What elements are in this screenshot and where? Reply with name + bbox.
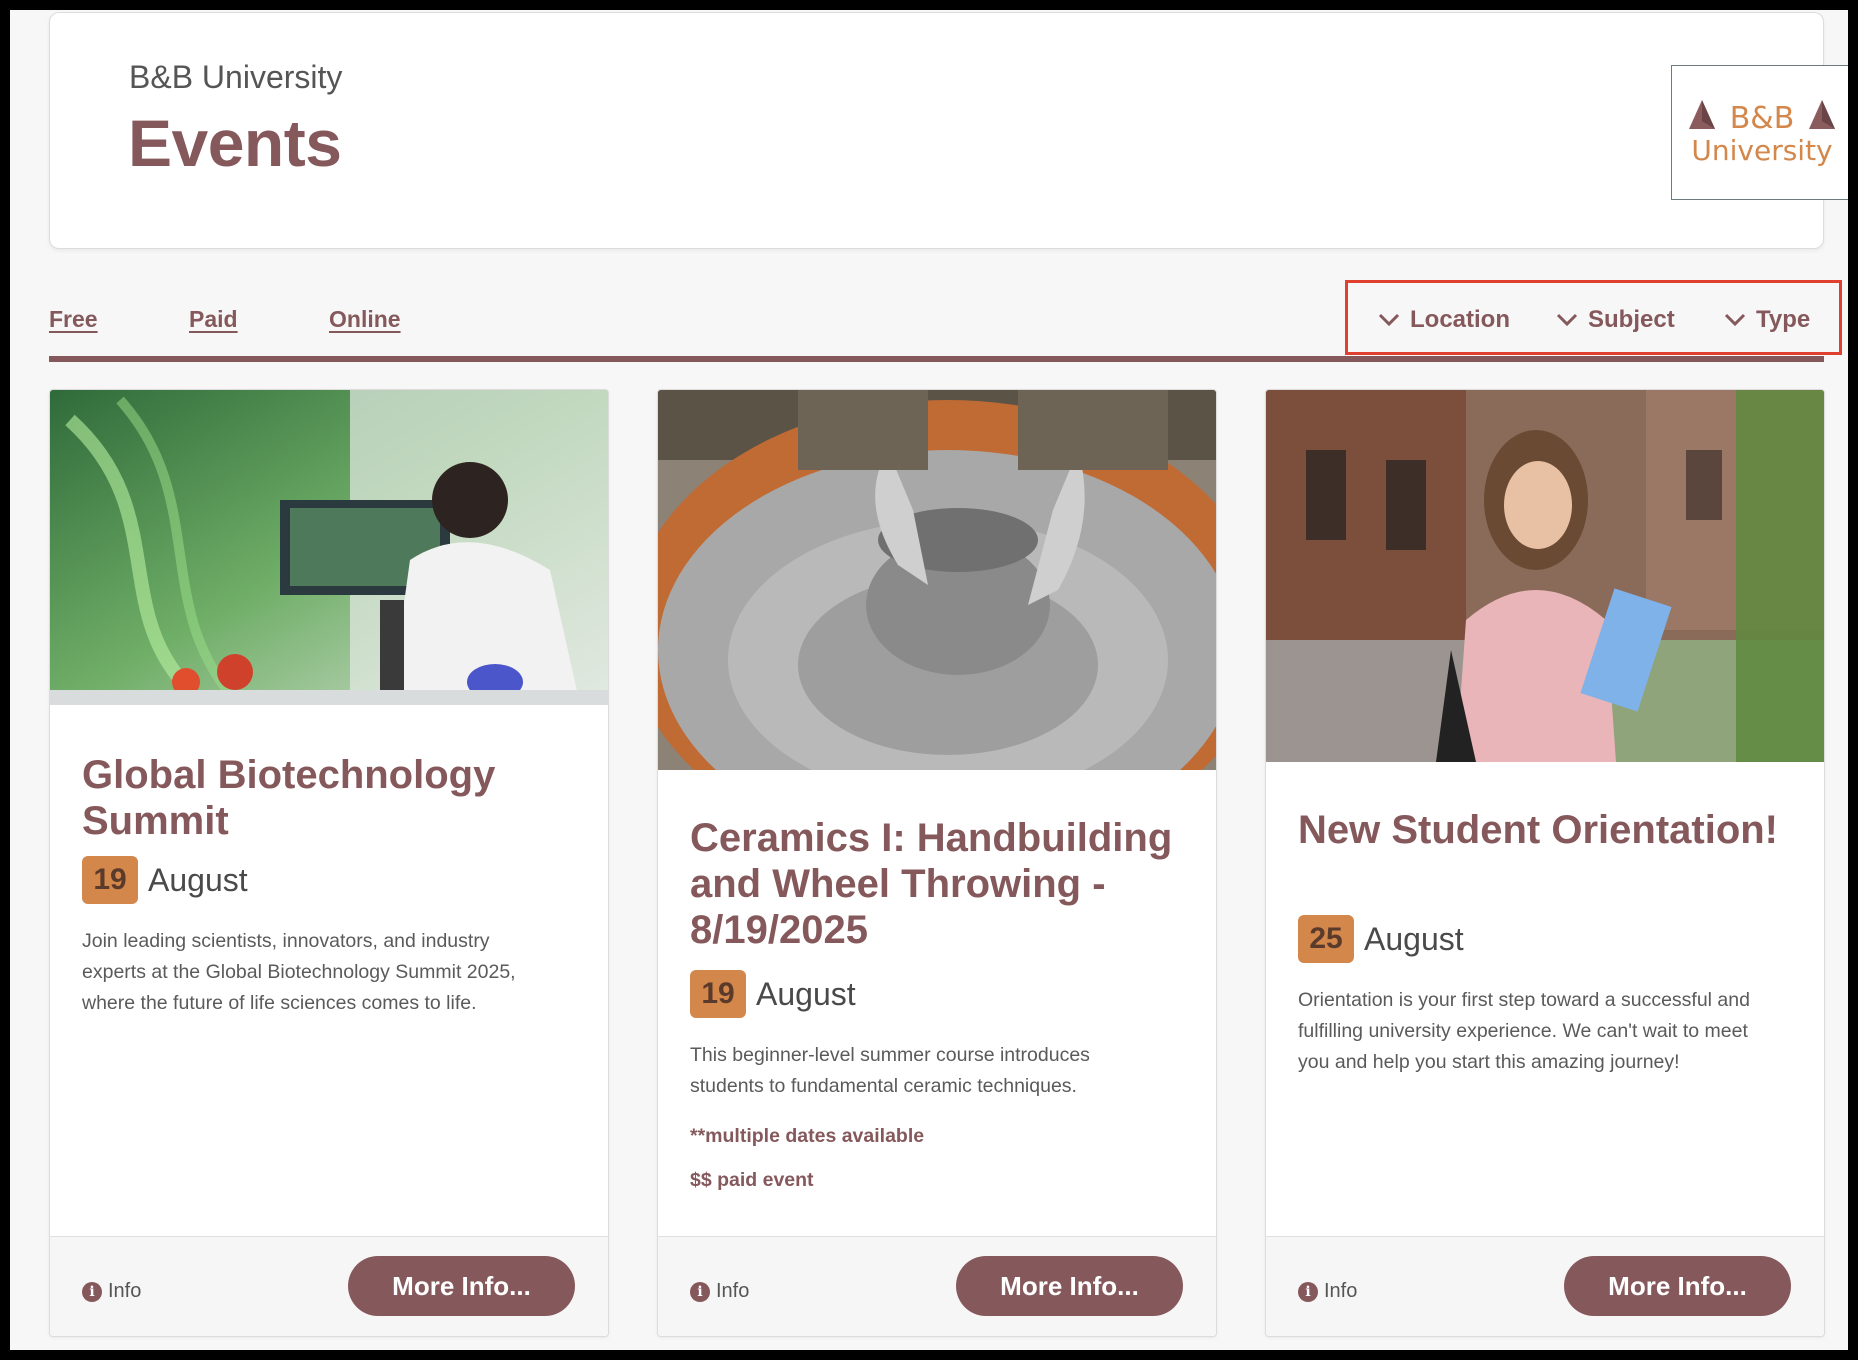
- date-day-badge: 19: [82, 856, 138, 904]
- info-label: Info: [716, 1280, 750, 1302]
- info-label: Info: [108, 1280, 142, 1302]
- page-title: Events: [128, 106, 342, 180]
- logo-text-bottom: University: [1691, 134, 1832, 167]
- event-card: Ceramics I: Handbuilding and Wheel Throw…: [657, 389, 1217, 1337]
- info-link[interactable]: i Info: [1298, 1280, 1357, 1303]
- university-logo[interactable]: B&B University: [1671, 65, 1848, 200]
- event-title[interactable]: Ceramics I: Handbuilding and Wheel Throw…: [690, 815, 1190, 953]
- card-footer: i Info More Info...: [1266, 1236, 1824, 1336]
- filter-divider: [49, 356, 1824, 362]
- date-day-badge: 19: [690, 970, 746, 1018]
- info-icon: i: [1298, 1281, 1318, 1302]
- event-image-ceramics[interactable]: [658, 390, 1216, 770]
- event-date: 19 August: [690, 970, 856, 1018]
- event-note-multiple-dates: **multiple dates available: [690, 1125, 925, 1147]
- logo-graphic: B&B University: [1689, 100, 1835, 167]
- card-footer: i Info More Info...: [658, 1236, 1216, 1336]
- event-title[interactable]: Global Biotechnology Summit: [82, 752, 582, 844]
- chevron-down-icon: [1724, 313, 1746, 327]
- event-description: Orientation is your first step toward a …: [1298, 989, 1750, 1073]
- page: B&B University Events B&B University Fre…: [10, 10, 1848, 1350]
- subject-dropdown[interactable]: Subject: [1556, 306, 1675, 334]
- event-date: 19 August: [82, 856, 248, 904]
- chevron-down-icon: [1378, 313, 1400, 327]
- org-name: B&B University: [129, 59, 343, 95]
- type-dropdown-label: Type: [1756, 306, 1811, 333]
- event-title[interactable]: New Student Orientation!: [1298, 807, 1798, 853]
- type-dropdown[interactable]: Type: [1724, 306, 1810, 334]
- info-label: Info: [1324, 1280, 1358, 1302]
- event-card: New Student Orientation! 25 August Orien…: [1265, 389, 1825, 1337]
- filter-online-link[interactable]: Online: [329, 306, 401, 333]
- chevron-down-icon: [1556, 313, 1578, 327]
- location-dropdown[interactable]: Location: [1378, 306, 1510, 334]
- info-icon: i: [690, 1281, 710, 1302]
- info-icon: i: [82, 1281, 102, 1302]
- event-date: 25 August: [1298, 915, 1464, 963]
- date-month: August: [756, 975, 856, 1012]
- event-card: Global Biotechnology Summit 19 August Jo…: [49, 389, 609, 1337]
- event-description: Join leading scientists, innovators, and…: [82, 930, 516, 1014]
- dropdown-filters-group: Location Subject Type: [1345, 280, 1842, 355]
- event-image-biotech[interactable]: [50, 390, 608, 705]
- date-day-badge: 25: [1298, 915, 1354, 963]
- info-link[interactable]: i Info: [82, 1280, 141, 1303]
- event-image-orientation[interactable]: [1266, 390, 1824, 762]
- more-info-button[interactable]: More Info...: [348, 1256, 575, 1316]
- date-month: August: [1364, 920, 1464, 957]
- date-month: August: [148, 861, 248, 898]
- location-dropdown-label: Location: [1410, 306, 1510, 333]
- filter-paid-link[interactable]: Paid: [189, 306, 238, 333]
- event-note-paid: $$ paid event: [690, 1169, 814, 1191]
- header-card: B&B University Events B&B University: [49, 12, 1848, 249]
- more-info-button[interactable]: More Info...: [956, 1256, 1183, 1316]
- card-footer: i Info More Info...: [50, 1236, 608, 1336]
- logo-text-top: B&B: [1730, 101, 1795, 136]
- filter-free-link[interactable]: Free: [49, 306, 98, 333]
- info-link[interactable]: i Info: [690, 1280, 749, 1303]
- more-info-button[interactable]: More Info...: [1564, 1256, 1791, 1316]
- event-description: This beginner-level summer course introd…: [690, 1044, 1090, 1097]
- subject-dropdown-label: Subject: [1588, 306, 1675, 333]
- filter-bar: Free Paid Online Location Subject Type: [49, 266, 1842, 362]
